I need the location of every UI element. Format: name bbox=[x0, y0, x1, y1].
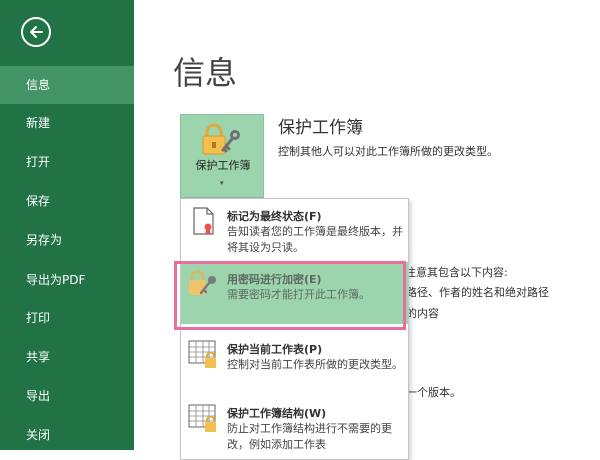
menu-item-protect-sheet[interactable]: 保护当前工作表(P) 控制对当前工作表所做的更改类型。 bbox=[181, 332, 408, 394]
menu-item-description: 控制对当前工作表所做的更改类型。 bbox=[227, 358, 403, 371]
nav-item-open[interactable]: 打开 bbox=[0, 143, 134, 181]
page-title: 信息 bbox=[173, 54, 238, 92]
lock-key-icon bbox=[202, 123, 240, 155]
inspect-text-line: 路径、作者的姓名和绝对路径 bbox=[406, 286, 549, 299]
nav-item-export-pdf[interactable]: 导出为PDF bbox=[0, 261, 134, 299]
versions-text-line: 一个版本。 bbox=[406, 386, 461, 399]
nav-item-print[interactable]: 打印 bbox=[0, 299, 134, 337]
highlight-outline bbox=[174, 261, 406, 330]
menu-item-mark-final[interactable]: 标记为最终状态(F) 告知读者您的工作簿是最终版本，并将其设为只读。 bbox=[181, 199, 408, 261]
sheet-lock-icon bbox=[188, 340, 216, 368]
menu-item-protect-structure[interactable]: 保护工作簿结构(W) 防止对工作簿结构进行不需要的更改，例如添加工作表 bbox=[181, 396, 408, 458]
menu-item-title: 保护当前工作表(P) bbox=[227, 343, 323, 356]
nav-item-save-as[interactable]: 另存为 bbox=[0, 221, 134, 259]
inspect-text-line: 的内容 bbox=[406, 307, 439, 320]
arrow-left-icon bbox=[30, 26, 43, 38]
back-button[interactable] bbox=[21, 17, 51, 47]
protect-section-description: 控制其他人可以对此工作簿所做的更改类型。 bbox=[278, 145, 498, 158]
nav-item-export[interactable]: 导出 bbox=[0, 377, 134, 415]
nav-item-new[interactable]: 新建 bbox=[0, 104, 134, 142]
nav-item-info[interactable]: 信息 bbox=[0, 66, 134, 104]
protect-button-label: 保护工作簿 bbox=[195, 159, 251, 172]
menu-item-title: 保护工作簿结构(W) bbox=[227, 407, 327, 420]
menu-item-description: 防止对工作簿结构进行不需要的更改，例如添加工作表 bbox=[227, 422, 392, 451]
nav-item-close[interactable]: 关闭 bbox=[0, 416, 134, 454]
sheet-lock-icon bbox=[188, 404, 216, 432]
protect-section-title: 保护工作簿 bbox=[278, 118, 363, 138]
backstage-sidebar: 信息 新建 打开 保存 另存为 导出为PDF 打印 共享 导出 关闭 bbox=[0, 0, 134, 450]
inspect-text-line: 前注意其包含以下内容: bbox=[394, 266, 508, 279]
menu-item-title: 标记为最终状态(F) bbox=[227, 210, 322, 223]
protect-workbook-button[interactable]: 保护工作簿 ▾ bbox=[180, 114, 264, 198]
document-ribbon-icon bbox=[193, 207, 214, 235]
menu-item-description: 告知读者您的工作簿是最终版本，并将其设为只读。 bbox=[227, 225, 403, 254]
nav-item-share[interactable]: 共享 bbox=[0, 338, 134, 376]
chevron-down-icon: ▾ bbox=[220, 179, 224, 187]
nav-item-save[interactable]: 保存 bbox=[0, 182, 134, 220]
